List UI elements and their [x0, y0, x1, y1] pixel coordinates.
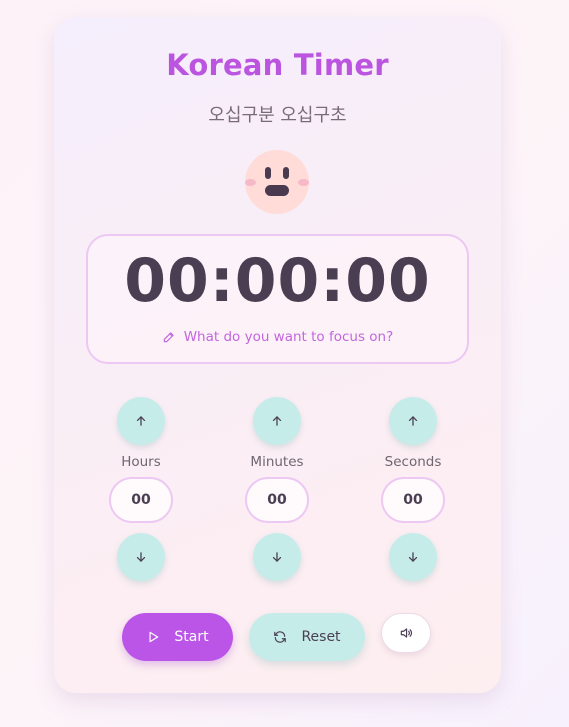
minutes-label: Minutes	[250, 454, 304, 470]
hours-increment-button[interactable]	[117, 397, 165, 445]
hours-input[interactable]: 00	[109, 477, 173, 523]
start-button[interactable]: Start	[122, 613, 233, 661]
minutes-control: Minutes 00	[237, 397, 317, 583]
left-blush	[245, 179, 256, 186]
app-title: Korean Timer	[166, 48, 389, 82]
right-blush	[298, 179, 309, 186]
arrow-up-icon	[272, 416, 282, 426]
seconds-decrement-button[interactable]	[389, 533, 437, 581]
play-icon	[149, 631, 159, 643]
seconds-input[interactable]: 00	[381, 477, 445, 523]
sound-toggle-button[interactable]	[381, 613, 431, 653]
left-eye	[265, 167, 271, 179]
arrow-up-icon	[408, 416, 418, 426]
right-eye	[283, 167, 289, 179]
hours-decrement-button[interactable]	[117, 533, 165, 581]
arrow-down-icon	[408, 552, 418, 562]
mouth	[265, 185, 289, 196]
time-readout: 00:00:00	[124, 246, 431, 316]
hours-label: Hours	[121, 454, 161, 470]
start-label: Start	[174, 629, 209, 645]
smiley-face-icon	[245, 150, 309, 214]
reset-label: Reset	[301, 629, 341, 645]
minutes-increment-button[interactable]	[253, 397, 301, 445]
timer-display: 00:00:00 What do you want to focus on?	[86, 234, 469, 364]
speaker-icon	[400, 628, 413, 638]
arrow-down-icon	[136, 552, 146, 562]
focus-placeholder: What do you want to focus on?	[183, 329, 394, 345]
timer-card: Korean Timer 오십구분 오십구초 00:00:00 What do …	[54, 17, 501, 693]
hours-control: Hours 00	[101, 397, 181, 583]
pencil-icon	[163, 332, 174, 343]
korean-time-subtitle: 오십구분 오십구초	[208, 105, 347, 126]
seconds-increment-button[interactable]	[389, 397, 437, 445]
seconds-label: Seconds	[384, 454, 442, 470]
reset-button[interactable]: Reset	[249, 613, 365, 661]
focus-input[interactable]: What do you want to focus on?	[88, 329, 467, 345]
minutes-decrement-button[interactable]	[253, 533, 301, 581]
seconds-control: Seconds 00	[373, 397, 453, 583]
minutes-input[interactable]: 00	[245, 477, 309, 523]
arrow-down-icon	[272, 552, 282, 562]
refresh-icon	[274, 631, 287, 643]
arrow-up-icon	[136, 416, 146, 426]
